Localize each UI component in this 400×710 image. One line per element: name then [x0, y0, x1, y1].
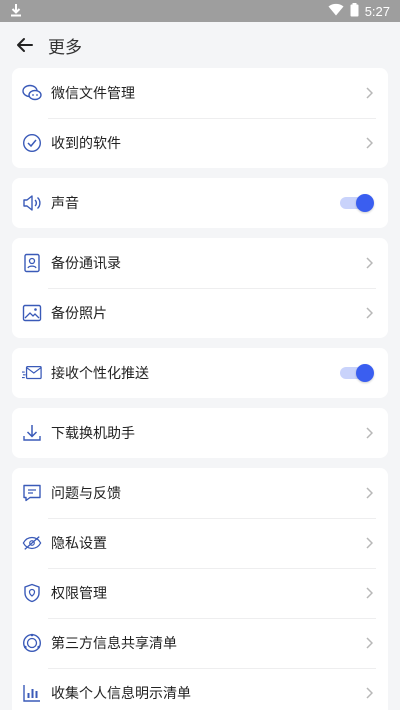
row-label: 隐私设置 — [51, 536, 107, 552]
page-title: 更多 — [48, 37, 82, 58]
status-time: 5:27 — [364, 3, 390, 19]
eye-off-icon — [22, 533, 42, 553]
settings-group-sound: 声音 — [12, 178, 388, 228]
row-wechat-files[interactable]: 微信文件管理 — [12, 68, 388, 118]
chevron-right-icon — [364, 536, 374, 550]
row-label: 下载换机助手 — [51, 426, 135, 442]
row-privacy-settings[interactable]: 隐私设置 — [12, 518, 388, 568]
row-sound: 声音 — [12, 178, 388, 228]
wifi-icon — [328, 3, 344, 19]
check-circle-icon — [22, 133, 42, 153]
row-label: 第三方信息共享清单 — [51, 636, 177, 652]
chevron-right-icon — [364, 636, 374, 650]
settings-group-push: 接收个性化推送 — [12, 348, 388, 398]
row-personalized-push: 接收个性化推送 — [12, 348, 388, 398]
chevron-right-icon — [364, 86, 374, 100]
sound-toggle[interactable] — [340, 194, 374, 212]
settings-group-privacy: 问题与反馈 隐私设置 权限管理 第三方信息共享清单 收集个人信息明示清单 — [12, 468, 388, 710]
row-label: 声音 — [51, 196, 79, 212]
row-third-party-sharing[interactable]: 第三方信息共享清单 — [12, 618, 388, 668]
row-label: 备份通讯录 — [51, 256, 121, 272]
row-label: 接收个性化推送 — [51, 366, 149, 382]
row-feedback[interactable]: 问题与反馈 — [12, 468, 388, 518]
speaker-icon — [22, 193, 42, 213]
share-circle-icon — [22, 633, 42, 653]
toggle-knob — [356, 194, 374, 212]
chevron-right-icon — [364, 136, 374, 150]
row-label: 问题与反馈 — [51, 486, 121, 502]
mail-icon — [22, 363, 42, 383]
shield-location-icon — [22, 583, 42, 603]
row-label: 微信文件管理 — [51, 86, 135, 102]
row-backup-contacts[interactable]: 备份通讯录 — [12, 238, 388, 288]
row-label: 权限管理 — [51, 586, 107, 602]
row-backup-photos[interactable]: 备份照片 — [12, 288, 388, 338]
download-arrow-icon — [10, 3, 22, 20]
settings-list: 微信文件管理 收到的软件 声音 备份通讯录 备份照片 接收个性化推送 下载换机助… — [0, 68, 400, 710]
toggle-knob — [356, 364, 374, 382]
back-arrow-icon[interactable] — [12, 32, 38, 58]
push-toggle[interactable] — [340, 364, 374, 382]
row-permission-management[interactable]: 权限管理 — [12, 568, 388, 618]
battery-icon — [350, 2, 359, 20]
contact-book-icon — [22, 253, 42, 273]
chevron-right-icon — [364, 306, 374, 320]
download-icon — [22, 423, 42, 443]
row-label: 收到的软件 — [51, 136, 121, 152]
status-bar: 5:27 — [0, 0, 400, 22]
header: 更多 — [0, 22, 400, 68]
row-label: 备份照片 — [51, 306, 107, 322]
row-label: 收集个人信息明示清单 — [51, 686, 191, 702]
wechat-icon — [22, 83, 42, 103]
chevron-right-icon — [364, 486, 374, 500]
settings-group-files: 微信文件管理 收到的软件 — [12, 68, 388, 168]
row-received-software[interactable]: 收到的软件 — [12, 118, 388, 168]
photo-icon — [22, 303, 42, 323]
chevron-right-icon — [364, 686, 374, 700]
bar-chart-icon — [22, 683, 42, 703]
settings-group-backup: 备份通讯录 备份照片 — [12, 238, 388, 338]
chevron-right-icon — [364, 256, 374, 270]
chevron-right-icon — [364, 586, 374, 600]
feedback-icon — [22, 483, 42, 503]
row-download-helper[interactable]: 下载换机助手 — [12, 408, 388, 458]
settings-group-download: 下载换机助手 — [12, 408, 388, 458]
row-personal-info-list[interactable]: 收集个人信息明示清单 — [12, 668, 388, 710]
chevron-right-icon — [364, 426, 374, 440]
